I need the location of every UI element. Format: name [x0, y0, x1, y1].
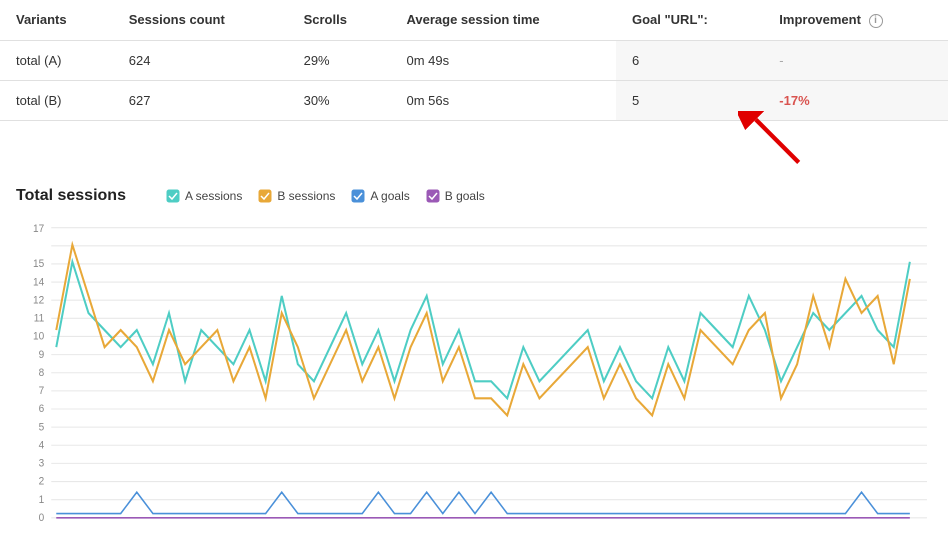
svg-text:14: 14 — [33, 277, 44, 288]
variant-a-label: total (A) — [0, 40, 113, 80]
chart-header: Total sessions A sessions B sessions — [16, 187, 932, 205]
svg-text:9: 9 — [39, 349, 45, 360]
variant-b-label: total (B) — [0, 80, 113, 120]
b-sessions-checkbox-icon — [258, 189, 272, 203]
b-goals-checkbox-icon — [426, 189, 440, 203]
chart-area-wrapper: 17 15 14 12 11 10 9 8 7 6 5 4 3 2 1 0 — [16, 217, 932, 537]
goal-url-a: 6 — [616, 40, 763, 80]
chart-title: Total sessions — [16, 187, 126, 205]
legend-b-sessions-label: B sessions — [277, 189, 335, 203]
svg-text:6: 6 — [39, 404, 45, 415]
avg-session-time-b: 0m 56s — [390, 80, 616, 120]
svg-text:2: 2 — [39, 476, 45, 487]
avg-session-time-header: Average session time — [390, 0, 616, 40]
svg-text:15: 15 — [33, 258, 44, 269]
svg-text:11: 11 — [34, 313, 45, 324]
a-goals-checkbox-icon — [351, 189, 365, 203]
data-table: Variants Sessions count Scrolls Average … — [0, 0, 948, 121]
sessions-count-a: 624 — [113, 40, 288, 80]
avg-session-time-a: 0m 49s — [390, 40, 616, 80]
svg-text:1: 1 — [39, 494, 45, 505]
improvement-info-icon[interactable]: i — [869, 14, 883, 28]
legend-a-sessions-label: A sessions — [185, 189, 242, 203]
sessions-count-header: Sessions count — [113, 0, 288, 40]
red-arrow-icon — [738, 111, 808, 174]
chart-legend: A sessions B sessions A goals — [166, 189, 485, 203]
scrolls-header: Scrolls — [288, 0, 391, 40]
scrolls-a: 29% — [288, 40, 391, 80]
svg-text:7: 7 — [39, 385, 45, 396]
table-row-a: total (A) 624 29% 0m 49s 6 - — [0, 40, 948, 80]
svg-text:17: 17 — [33, 223, 44, 234]
chart-section: Total sessions A sessions B sessions — [0, 171, 948, 545]
a-goals-line — [56, 492, 910, 513]
b-sessions-line — [56, 244, 910, 415]
legend-a-sessions[interactable]: A sessions — [166, 189, 242, 203]
improvement-a: - — [763, 40, 948, 80]
scrolls-b: 30% — [288, 80, 391, 120]
svg-text:8: 8 — [39, 367, 45, 378]
legend-b-sessions[interactable]: B sessions — [258, 189, 335, 203]
legend-b-goals-label: B goals — [445, 189, 485, 203]
legend-a-goals[interactable]: A goals — [351, 189, 409, 203]
legend-b-goals[interactable]: B goals — [426, 189, 485, 203]
improvement-header: Improvement i — [763, 0, 948, 40]
svg-text:12: 12 — [33, 295, 44, 306]
svg-text:5: 5 — [39, 422, 45, 433]
a-sessions-checkbox-icon — [166, 189, 180, 203]
variants-header: Variants — [0, 0, 113, 40]
svg-text:3: 3 — [39, 458, 45, 469]
line-chart: 17 15 14 12 11 10 9 8 7 6 5 4 3 2 1 0 — [16, 217, 932, 537]
legend-a-goals-label: A goals — [370, 189, 409, 203]
svg-text:10: 10 — [33, 331, 44, 342]
sessions-count-b: 627 — [113, 80, 288, 120]
svg-text:0: 0 — [39, 512, 45, 523]
goal-url-header: Goal "URL": — [616, 0, 763, 40]
svg-text:4: 4 — [39, 440, 45, 451]
arrow-annotation — [0, 121, 948, 171]
